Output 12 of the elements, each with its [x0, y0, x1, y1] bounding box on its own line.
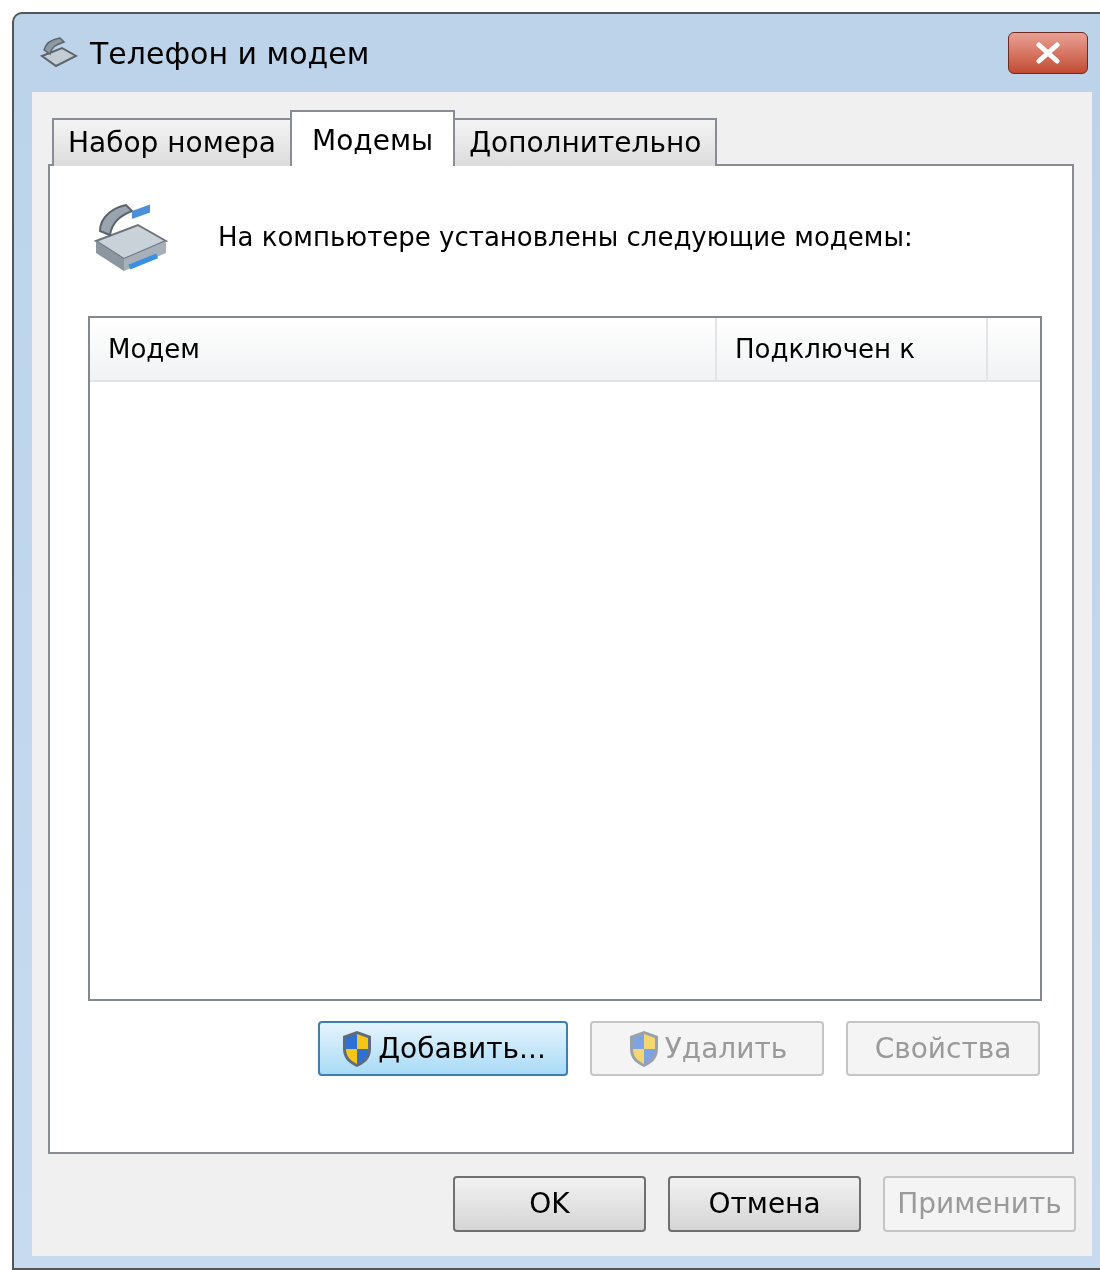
- column-header[interactable]: Модем: [90, 318, 717, 380]
- window-title: Телефон и модем: [90, 34, 370, 73]
- close-icon: [1035, 42, 1061, 64]
- close-button[interactable]: [1008, 32, 1088, 74]
- tab[interactable]: Модемы: [290, 110, 456, 166]
- tab[interactable]: Набор номера: [52, 118, 292, 166]
- tab[interactable]: Дополнительно: [453, 118, 718, 166]
- dialog-button[interactable]: Отмена: [668, 1176, 861, 1232]
- intro-text: На компьютере установлены следующие модемы:: [218, 220, 913, 254]
- list-action-button[interactable]: Добавить...: [318, 1021, 568, 1076]
- dialog-button[interactable]: OK: [453, 1176, 646, 1232]
- column-header[interactable]: Подключен к: [717, 318, 988, 380]
